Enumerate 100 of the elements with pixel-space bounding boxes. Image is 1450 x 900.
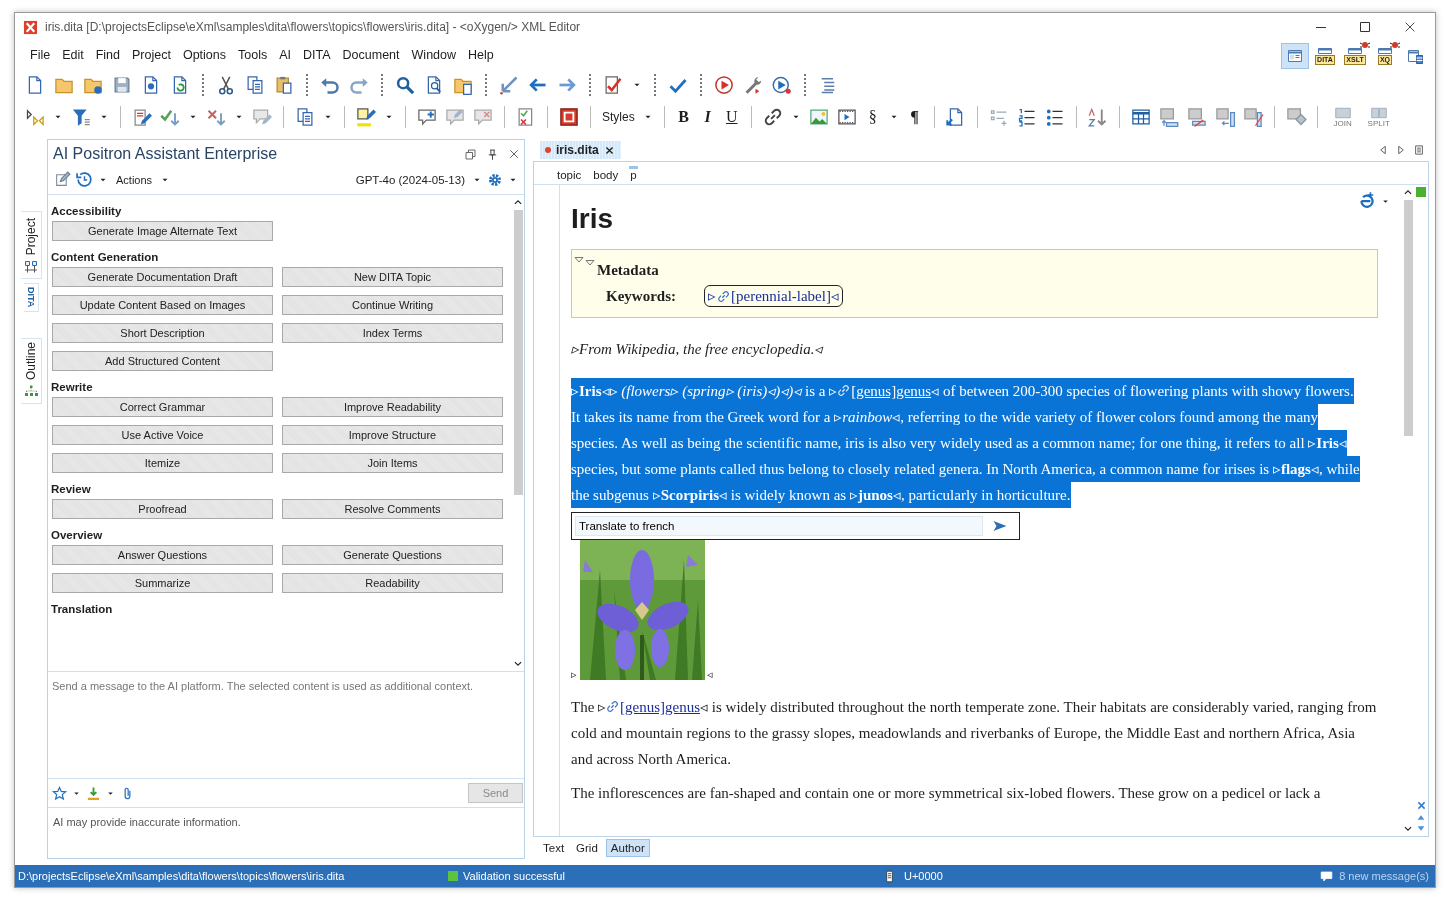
action-button[interactable]: Improve Structure [282, 425, 503, 445]
close-icon[interactable] [603, 144, 615, 156]
edit-icon[interactable] [54, 171, 71, 188]
action-button[interactable]: Summarize [52, 573, 273, 593]
model-dropdown[interactable]: GPT-4o (2024-05-13) [355, 173, 465, 186]
numbered-list-icon[interactable] [1016, 107, 1037, 127]
format-button[interactable]: B [675, 108, 692, 126]
menu-item[interactable]: Window [405, 48, 463, 62]
edit-document-icon[interactable] [132, 107, 152, 127]
action-button[interactable]: Resolve Comments [282, 499, 503, 519]
menu-item[interactable]: AI [273, 48, 298, 62]
action-button[interactable]: Answer Questions [52, 545, 273, 565]
table-column-icon[interactable] [1214, 107, 1235, 127]
cross-icon[interactable] [1415, 800, 1427, 811]
comment-icon[interactable] [1320, 869, 1334, 883]
link[interactable]: [genus]genus [837, 383, 932, 399]
menu-item[interactable]: Find [89, 48, 127, 62]
documents-icon[interactable] [295, 107, 315, 127]
pin-icon[interactable] [486, 147, 499, 161]
breadcrumb-item[interactable]: body [592, 165, 620, 181]
action-button[interactable]: Use Active Voice [52, 425, 273, 445]
bullet-list-icon[interactable] [1044, 107, 1065, 127]
menu-item[interactable]: DITA [297, 48, 337, 62]
format-button[interactable]: U [723, 108, 740, 126]
menu-item[interactable]: Tools [232, 48, 274, 62]
window-icon[interactable] [1287, 48, 1303, 64]
link-icon[interactable] [717, 289, 730, 303]
menu-item[interactable]: Edit [56, 48, 90, 62]
action-button[interactable]: Improve Readability [282, 397, 503, 417]
menu-icon[interactable] [1413, 144, 1425, 156]
window-icon[interactable] [1347, 47, 1363, 54]
side-tab[interactable]: Project [20, 211, 42, 280]
clipboard-icon[interactable] [274, 75, 294, 95]
checklist-icon[interactable] [603, 75, 623, 95]
history-icon[interactable] [76, 171, 93, 188]
table-tag-icon[interactable] [1285, 107, 1306, 127]
right-triangle-icon[interactable] [1395, 144, 1407, 156]
mode-tab[interactable]: Author [605, 839, 650, 857]
side-tab[interactable]: Outline [20, 337, 42, 404]
link-icon[interactable] [762, 107, 783, 127]
section-button[interactable]: § [864, 108, 881, 126]
cells-icon[interactable] [1368, 106, 1389, 119]
cells-icon[interactable] [1332, 106, 1353, 119]
diagonal-arrow-icon[interactable] [499, 75, 519, 95]
mode-tab[interactable]: Grid [572, 840, 602, 856]
menu-item[interactable]: Project [126, 48, 177, 62]
restore-icon[interactable] [464, 147, 477, 161]
comment-add-icon[interactable] [417, 107, 437, 127]
keyword-link[interactable]: ▹ [perennial-label]◃ [704, 285, 843, 307]
action-button[interactable]: New DITA Topic [282, 267, 503, 287]
action-button[interactable]: Generate Questions [282, 545, 503, 565]
action-button[interactable]: Index Terms [282, 323, 503, 343]
checkmark-arrow-icon[interactable] [160, 107, 180, 127]
menu-item[interactable]: Options [176, 48, 233, 62]
action-button[interactable]: Join Items [282, 453, 503, 473]
close-icon[interactable] [1403, 20, 1417, 34]
link-icon[interactable] [606, 700, 620, 713]
table-column-delete-icon[interactable] [1242, 107, 1263, 127]
menu-item[interactable]: Help [462, 48, 500, 62]
search-icon[interactable] [395, 75, 415, 95]
cross-arrow-icon[interactable] [206, 107, 226, 127]
framed-square-icon[interactable] [559, 107, 579, 127]
maximize-icon[interactable] [1359, 21, 1371, 33]
image-icon[interactable] [808, 107, 829, 127]
tag-markers-icon[interactable] [25, 107, 45, 127]
window-icon[interactable] [1377, 47, 1393, 54]
highlighter-icon[interactable] [356, 107, 376, 127]
window-icon[interactable] [1407, 48, 1423, 64]
dropdown-caret-icon[interactable] [1381, 197, 1390, 206]
action-button[interactable]: Generate Image Alternate Text [52, 221, 273, 241]
menu-item[interactable]: Document [336, 48, 406, 62]
messages-link[interactable]: 8 new message(s) [1339, 870, 1429, 882]
play-icon[interactable] [714, 75, 734, 95]
format-button[interactable]: I [699, 108, 716, 126]
table-row-icon[interactable] [1158, 107, 1179, 127]
scissors-icon[interactable] [216, 75, 236, 95]
action-button[interactable]: Update Content Based on Images [52, 295, 273, 315]
comment-remove-icon[interactable] [473, 107, 493, 127]
action-button[interactable]: Add Structured Content [52, 351, 273, 371]
actions-dropdown[interactable]: Actions [116, 173, 153, 186]
film-icon[interactable] [836, 107, 857, 127]
collapse-triangles-icon[interactable] [574, 256, 596, 266]
table-icon[interactable] [1130, 107, 1151, 127]
left-triangle-icon[interactable] [1377, 144, 1389, 156]
sort-icon[interactable] [1087, 107, 1108, 127]
menu-item[interactable]: File [24, 48, 57, 62]
mode-tab[interactable]: Text [539, 840, 569, 856]
settings-icon[interactable] [487, 171, 503, 188]
editor-tab[interactable]: iris.dita [540, 141, 621, 159]
action-button[interactable]: Continue Writing [282, 295, 503, 315]
download-icon[interactable] [86, 785, 101, 801]
prompt-field[interactable]: Translate to french [575, 516, 983, 536]
window-icon[interactable] [1317, 47, 1333, 54]
styles-dropdown[interactable]: Styles [602, 110, 635, 124]
action-button[interactable]: Generate Documentation Draft [52, 267, 273, 287]
action-button[interactable]: Short Description [52, 323, 273, 343]
pilcrow-button[interactable]: ¶ [906, 108, 923, 126]
table-cells-button[interactable]: JOIN [1328, 106, 1357, 128]
action-button[interactable]: Correct Grammar [52, 397, 273, 417]
link[interactable]: [genus]genus [606, 699, 701, 715]
